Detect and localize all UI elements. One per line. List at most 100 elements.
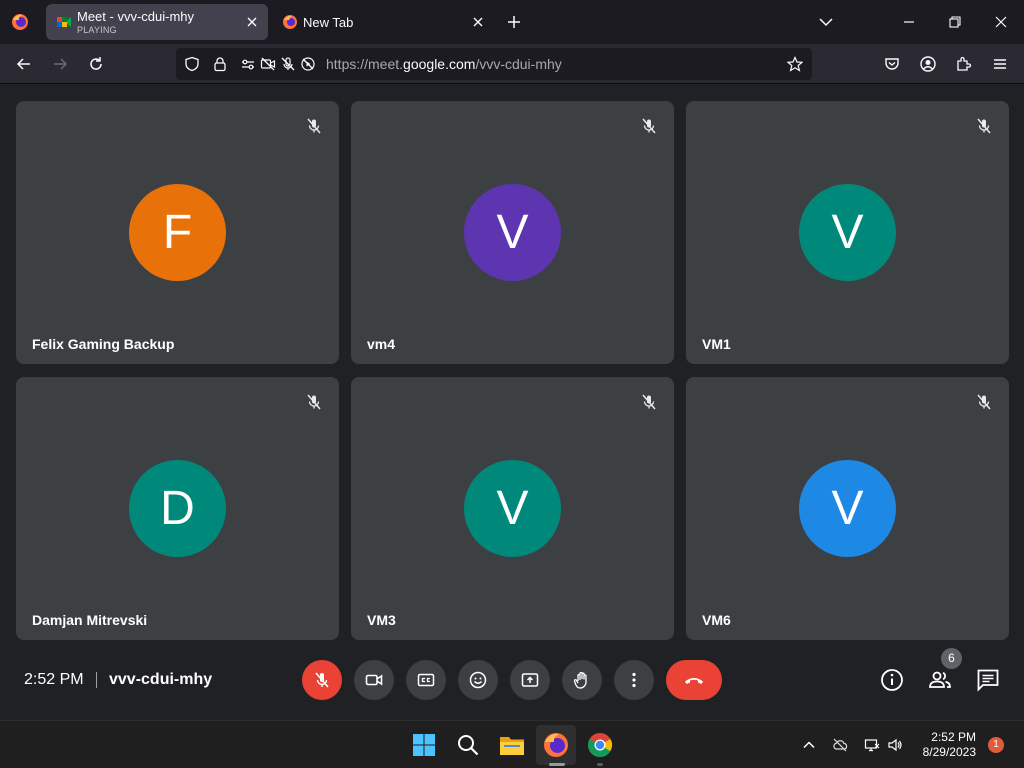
videocam-icon (364, 670, 384, 690)
account-icon[interactable] (918, 54, 938, 74)
close-tab-icon[interactable] (470, 14, 486, 30)
microphone-off-icon (305, 117, 323, 135)
tab-playing-label: PLAYING (77, 25, 117, 35)
chrome-running-indicator (597, 763, 603, 766)
avatar: V (799, 184, 896, 281)
more-vert-icon (624, 670, 644, 690)
chrome-icon[interactable] (585, 730, 615, 760)
participant-tile[interactable]: D Damjan Mitrevski (16, 377, 339, 640)
pocket-icon[interactable] (882, 54, 902, 74)
forward-arrow-icon[interactable] (50, 54, 70, 74)
network-icon[interactable] (864, 737, 880, 753)
tab-meet[interactable]: Meet - vvv-cdui-mhy PLAYING (46, 4, 268, 40)
participant-tile[interactable]: V VM6 (686, 377, 1009, 640)
call-end-icon (682, 668, 706, 692)
system-time: 2:52 PM (931, 730, 976, 744)
notification-badge[interactable]: 1 (988, 737, 1004, 753)
leave-call-button[interactable] (666, 660, 722, 700)
meeting-details-button[interactable] (879, 667, 905, 693)
browser-toolbar: https://meet.google.com/vvv-cdui-mhy (0, 44, 1024, 84)
autoplay-blocked-icon[interactable] (300, 56, 316, 72)
avatar: D (129, 460, 226, 557)
tracking-protection-shield-icon[interactable] (184, 56, 200, 72)
bookmark-star-icon[interactable] (787, 56, 803, 72)
meeting-controls: 2:52 PM vvv-cdui-mhy 6 (0, 645, 1024, 715)
lock-icon[interactable] (212, 56, 228, 72)
participant-count-badge: 6 (941, 648, 962, 669)
restore-icon[interactable] (945, 12, 965, 32)
participant-tile[interactable]: V VM3 (351, 377, 674, 640)
reload-icon[interactable] (86, 54, 106, 74)
search-icon[interactable] (453, 730, 483, 760)
emoji-icon (468, 670, 488, 690)
firefox-icon (282, 14, 298, 30)
minimize-icon[interactable] (899, 12, 919, 32)
chat-icon (977, 669, 999, 692)
system-date: 8/29/2023 (922, 745, 976, 759)
permissions-icon[interactable] (240, 56, 256, 72)
tab-title: Meet - vvv-cdui-mhy (77, 9, 195, 24)
reactions-button[interactable] (458, 660, 498, 700)
microphone-off-icon (640, 117, 658, 135)
firefox-taskbar-icon[interactable] (541, 730, 571, 760)
microphone-off-icon (312, 670, 332, 690)
microphone-off-icon (305, 393, 323, 411)
microphone-blocked-icon[interactable] (280, 56, 296, 72)
captions-button[interactable] (406, 660, 446, 700)
chat-button[interactable] (975, 667, 1001, 693)
meeting-code: vvv-cdui-mhy (109, 671, 213, 688)
close-tab-icon[interactable] (244, 14, 260, 30)
participant-name: VM3 (367, 612, 396, 628)
meeting-clock: 2:52 PM (24, 671, 84, 688)
url-bar[interactable]: https://meet.google.com/vvv-cdui-mhy (176, 48, 812, 80)
extensions-puzzle-icon[interactable] (954, 54, 974, 74)
show-everyone-button[interactable] (927, 667, 953, 693)
url-path: /vvv-cdui-mhy (475, 56, 562, 72)
participant-name: VM1 (702, 336, 731, 352)
participant-tile[interactable]: Vvm4 (351, 101, 674, 364)
firefox-running-indicator (549, 763, 565, 766)
firefox-view-icon[interactable] (10, 12, 30, 32)
avatar: F (129, 184, 226, 281)
closed-captions-icon (416, 670, 436, 690)
start-windows-icon[interactable] (409, 730, 439, 760)
browser-tab-strip: Meet - vvv-cdui-mhy PLAYING New Tab (0, 0, 1024, 44)
mic-toggle-button[interactable] (302, 660, 342, 700)
raise-hand-button[interactable] (562, 660, 602, 700)
volume-icon[interactable] (887, 737, 903, 753)
system-clock[interactable]: 2:52 PM 8/29/2023 (912, 730, 976, 760)
camera-blocked-icon[interactable] (260, 56, 276, 72)
microphone-off-icon (975, 117, 993, 135)
people-icon (929, 671, 951, 688)
participant-tile[interactable]: F Felix Gaming Backup (16, 101, 339, 364)
onedrive-icon[interactable] (832, 737, 848, 753)
google-meet-icon (56, 14, 72, 30)
close-window-icon[interactable] (991, 12, 1011, 32)
hamburger-menu-icon[interactable] (990, 54, 1010, 74)
participant-tile[interactable]: V VM1 (686, 101, 1009, 364)
participant-name: Felix Gaming Backup (32, 336, 175, 352)
windows-taskbar: 2:52 PM 8/29/2023 1 (0, 720, 1024, 768)
new-tab-plus-icon[interactable] (504, 12, 524, 32)
meet-content: F Felix Gaming Backup Vvm4 V VM1 D Damjan Mitr… (0, 85, 1024, 720)
camera-toggle-button[interactable] (354, 660, 394, 700)
file-explorer-icon[interactable] (497, 730, 527, 760)
divider (96, 672, 97, 688)
microphone-off-icon (975, 393, 993, 411)
show-hidden-icons-chevron-icon[interactable] (801, 737, 817, 753)
participant-name: VM6 (702, 612, 731, 628)
back-arrow-icon[interactable] (14, 54, 34, 74)
present-to-all-icon (520, 670, 540, 690)
avatar: V (464, 460, 561, 557)
more-options-button[interactable] (614, 660, 654, 700)
hand-icon (572, 670, 592, 690)
info-icon (881, 669, 903, 691)
participant-name: vm4 (367, 336, 396, 352)
url-host: google.com (403, 56, 476, 72)
avatar: V (799, 460, 896, 557)
present-screen-button[interactable] (510, 660, 550, 700)
tab-new-tab[interactable]: New Tab (272, 4, 494, 40)
microphone-off-icon (640, 393, 658, 411)
list-all-tabs-chevron-icon[interactable] (816, 12, 836, 32)
url-text[interactable]: https://meet.google.com/vvv-cdui-mhy (326, 56, 562, 72)
